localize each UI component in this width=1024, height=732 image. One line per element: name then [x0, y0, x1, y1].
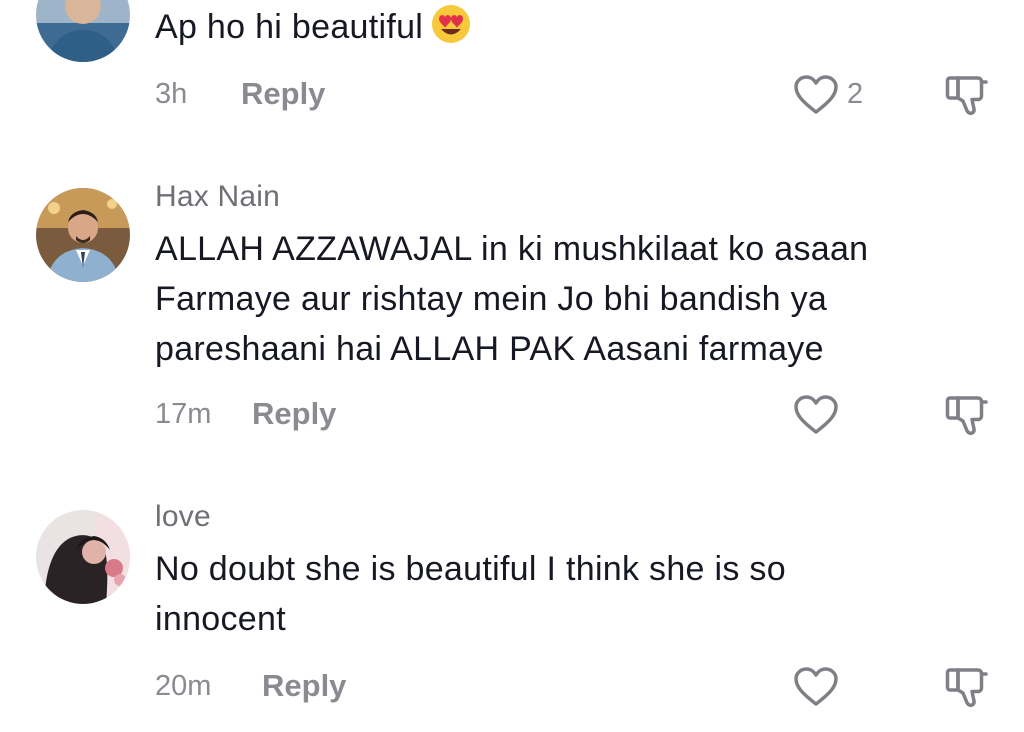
avatar[interactable] [36, 510, 130, 604]
comment-text: ALLAH AZZAWAJAL in ki mushkilaat ko asaa… [155, 230, 869, 368]
comment-time: 17m [155, 398, 212, 430]
comment-time: 20m [155, 670, 212, 702]
reply-button[interactable]: Reply [252, 396, 336, 432]
like-count: 2 [847, 78, 864, 110]
avatar[interactable] [36, 188, 130, 282]
like-button[interactable] [793, 666, 839, 708]
dislike-button[interactable] [944, 664, 990, 710]
thumbs-down-icon [945, 396, 988, 435]
reply-button[interactable]: Reply [241, 76, 325, 112]
heart-eyes-emoji-icon [431, 4, 471, 58]
reply-button[interactable]: Reply [262, 668, 346, 704]
comment-time: 3h [155, 78, 188, 110]
dislike-button[interactable] [944, 392, 990, 438]
avatar[interactable] [36, 0, 130, 62]
thumbs-down-icon [945, 76, 988, 115]
thumbs-down-icon [945, 668, 988, 707]
comment-text: No doubt she is beautiful I think she is… [155, 550, 786, 638]
comment-username[interactable]: love [155, 500, 211, 534]
like-button[interactable] [793, 394, 839, 436]
comment-text: Ap ho hi beautiful [155, 2, 955, 58]
comment-item: Ap ho hi beautiful 3h Reply 2 [0, 0, 1024, 150]
heart-outline-icon [794, 667, 838, 706]
heart-outline-icon [794, 395, 838, 434]
like-button[interactable] [793, 74, 839, 116]
heart-outline-icon [794, 75, 838, 114]
comment-item: love No doubt she is beautiful I think s… [0, 490, 1024, 732]
comment-item: Hax Nain ALLAH AZZAWAJAL in ki mushkilaa… [0, 170, 1024, 460]
comment-username[interactable]: Hax Nain [155, 180, 280, 214]
dislike-button[interactable] [944, 72, 990, 118]
